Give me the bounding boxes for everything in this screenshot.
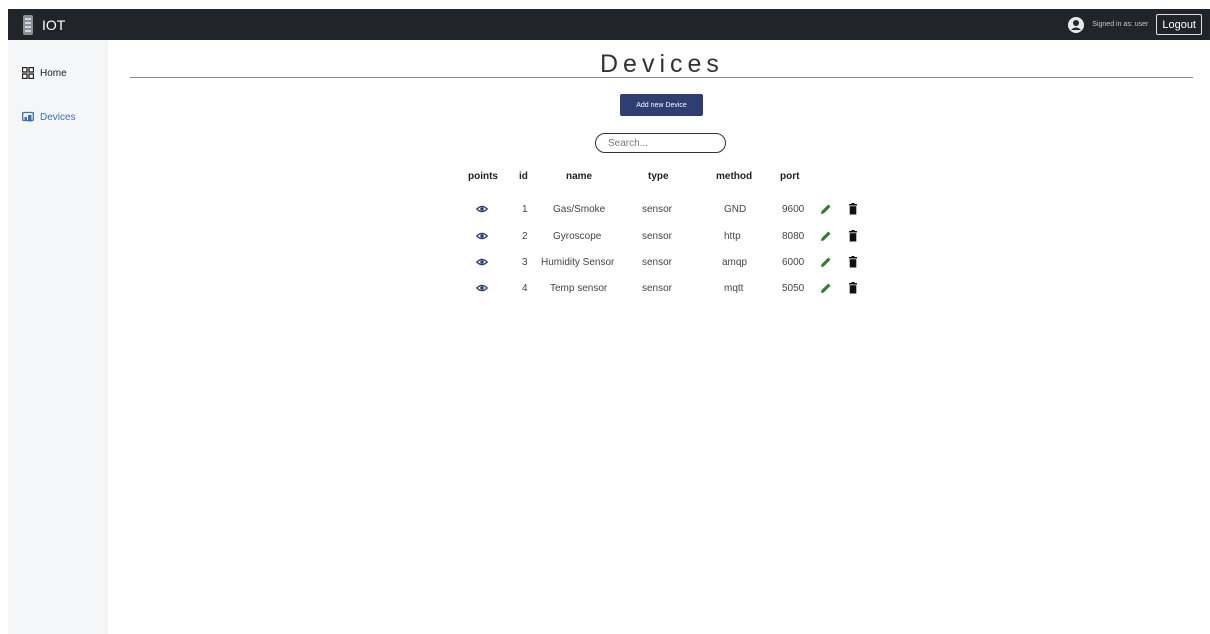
cell-name: Humidity Sensor — [541, 257, 615, 268]
user-avatar-icon — [1068, 16, 1085, 33]
column-header-method: method — [716, 171, 753, 182]
cell-type: sensor — [642, 283, 673, 294]
cell-name: Temp sensor — [550, 283, 608, 294]
cell-port: 8080 — [782, 231, 805, 242]
sidebar-item-home[interactable]: Home — [22, 67, 67, 79]
edit-pencil-icon[interactable] — [820, 203, 832, 215]
signed-in-text: Signed in as: user — [1092, 21, 1149, 28]
column-header-points: points — [468, 171, 498, 182]
user-area: Signed in as: user Logout — [1068, 13, 1202, 36]
cell-port: 6000 — [782, 257, 805, 268]
eye-icon[interactable] — [476, 203, 488, 215]
trash-icon[interactable] — [847, 282, 859, 294]
cell-method: GND — [724, 204, 747, 215]
cell-method: http — [724, 231, 741, 242]
cell-port: 5050 — [782, 283, 805, 294]
devices-icon — [22, 111, 34, 122]
cell-method: amqp — [722, 257, 748, 268]
cell-id: 1 — [522, 204, 528, 215]
brand-name: IOT — [42, 16, 66, 33]
title-divider — [130, 77, 1193, 78]
app-window: IOT Signed in as: user Logout Home Devic… — [0, 0, 1210, 634]
cell-id: 4 — [522, 283, 528, 294]
search-input[interactable] — [595, 133, 726, 153]
cell-method: mqtt — [724, 283, 744, 294]
sidebar-item-devices[interactable]: Devices — [22, 111, 76, 123]
cell-name: Gas/Smoke — [553, 204, 606, 215]
column-header-port: port — [780, 171, 800, 182]
sidebar-item-label: Devices — [40, 111, 76, 123]
column-header-type: type — [648, 171, 669, 182]
edit-pencil-icon[interactable] — [820, 256, 832, 268]
cell-type: sensor — [642, 231, 673, 242]
cell-id: 2 — [522, 231, 528, 242]
trash-icon[interactable] — [847, 203, 859, 215]
cell-id: 3 — [522, 257, 528, 268]
grid-icon — [22, 67, 34, 79]
logout-button[interactable]: Logout — [1156, 14, 1202, 35]
add-device-button[interactable]: Add new Device — [620, 94, 703, 116]
sidebar: Home Devices — [8, 40, 108, 634]
column-header-id: id — [519, 171, 528, 182]
trash-icon[interactable] — [847, 230, 859, 242]
trash-icon[interactable] — [847, 256, 859, 268]
cell-type: sensor — [642, 257, 673, 268]
cell-type: sensor — [642, 204, 673, 215]
sidebar-item-label: Home — [40, 67, 67, 79]
page-title: Devices — [600, 50, 724, 78]
cell-port: 9600 — [782, 204, 805, 215]
eye-icon[interactable] — [476, 282, 488, 294]
eye-icon[interactable] — [476, 256, 488, 268]
cell-name: Gyroscope — [553, 231, 602, 242]
column-header-name: name — [566, 171, 593, 182]
edit-pencil-icon[interactable] — [820, 230, 832, 242]
iot-logo-icon — [23, 14, 33, 35]
eye-icon[interactable] — [476, 230, 488, 242]
top-navbar: IOT Signed in as: user Logout — [8, 9, 1210, 40]
edit-pencil-icon[interactable] — [820, 282, 832, 294]
brand[interactable]: IOT — [20, 13, 65, 36]
